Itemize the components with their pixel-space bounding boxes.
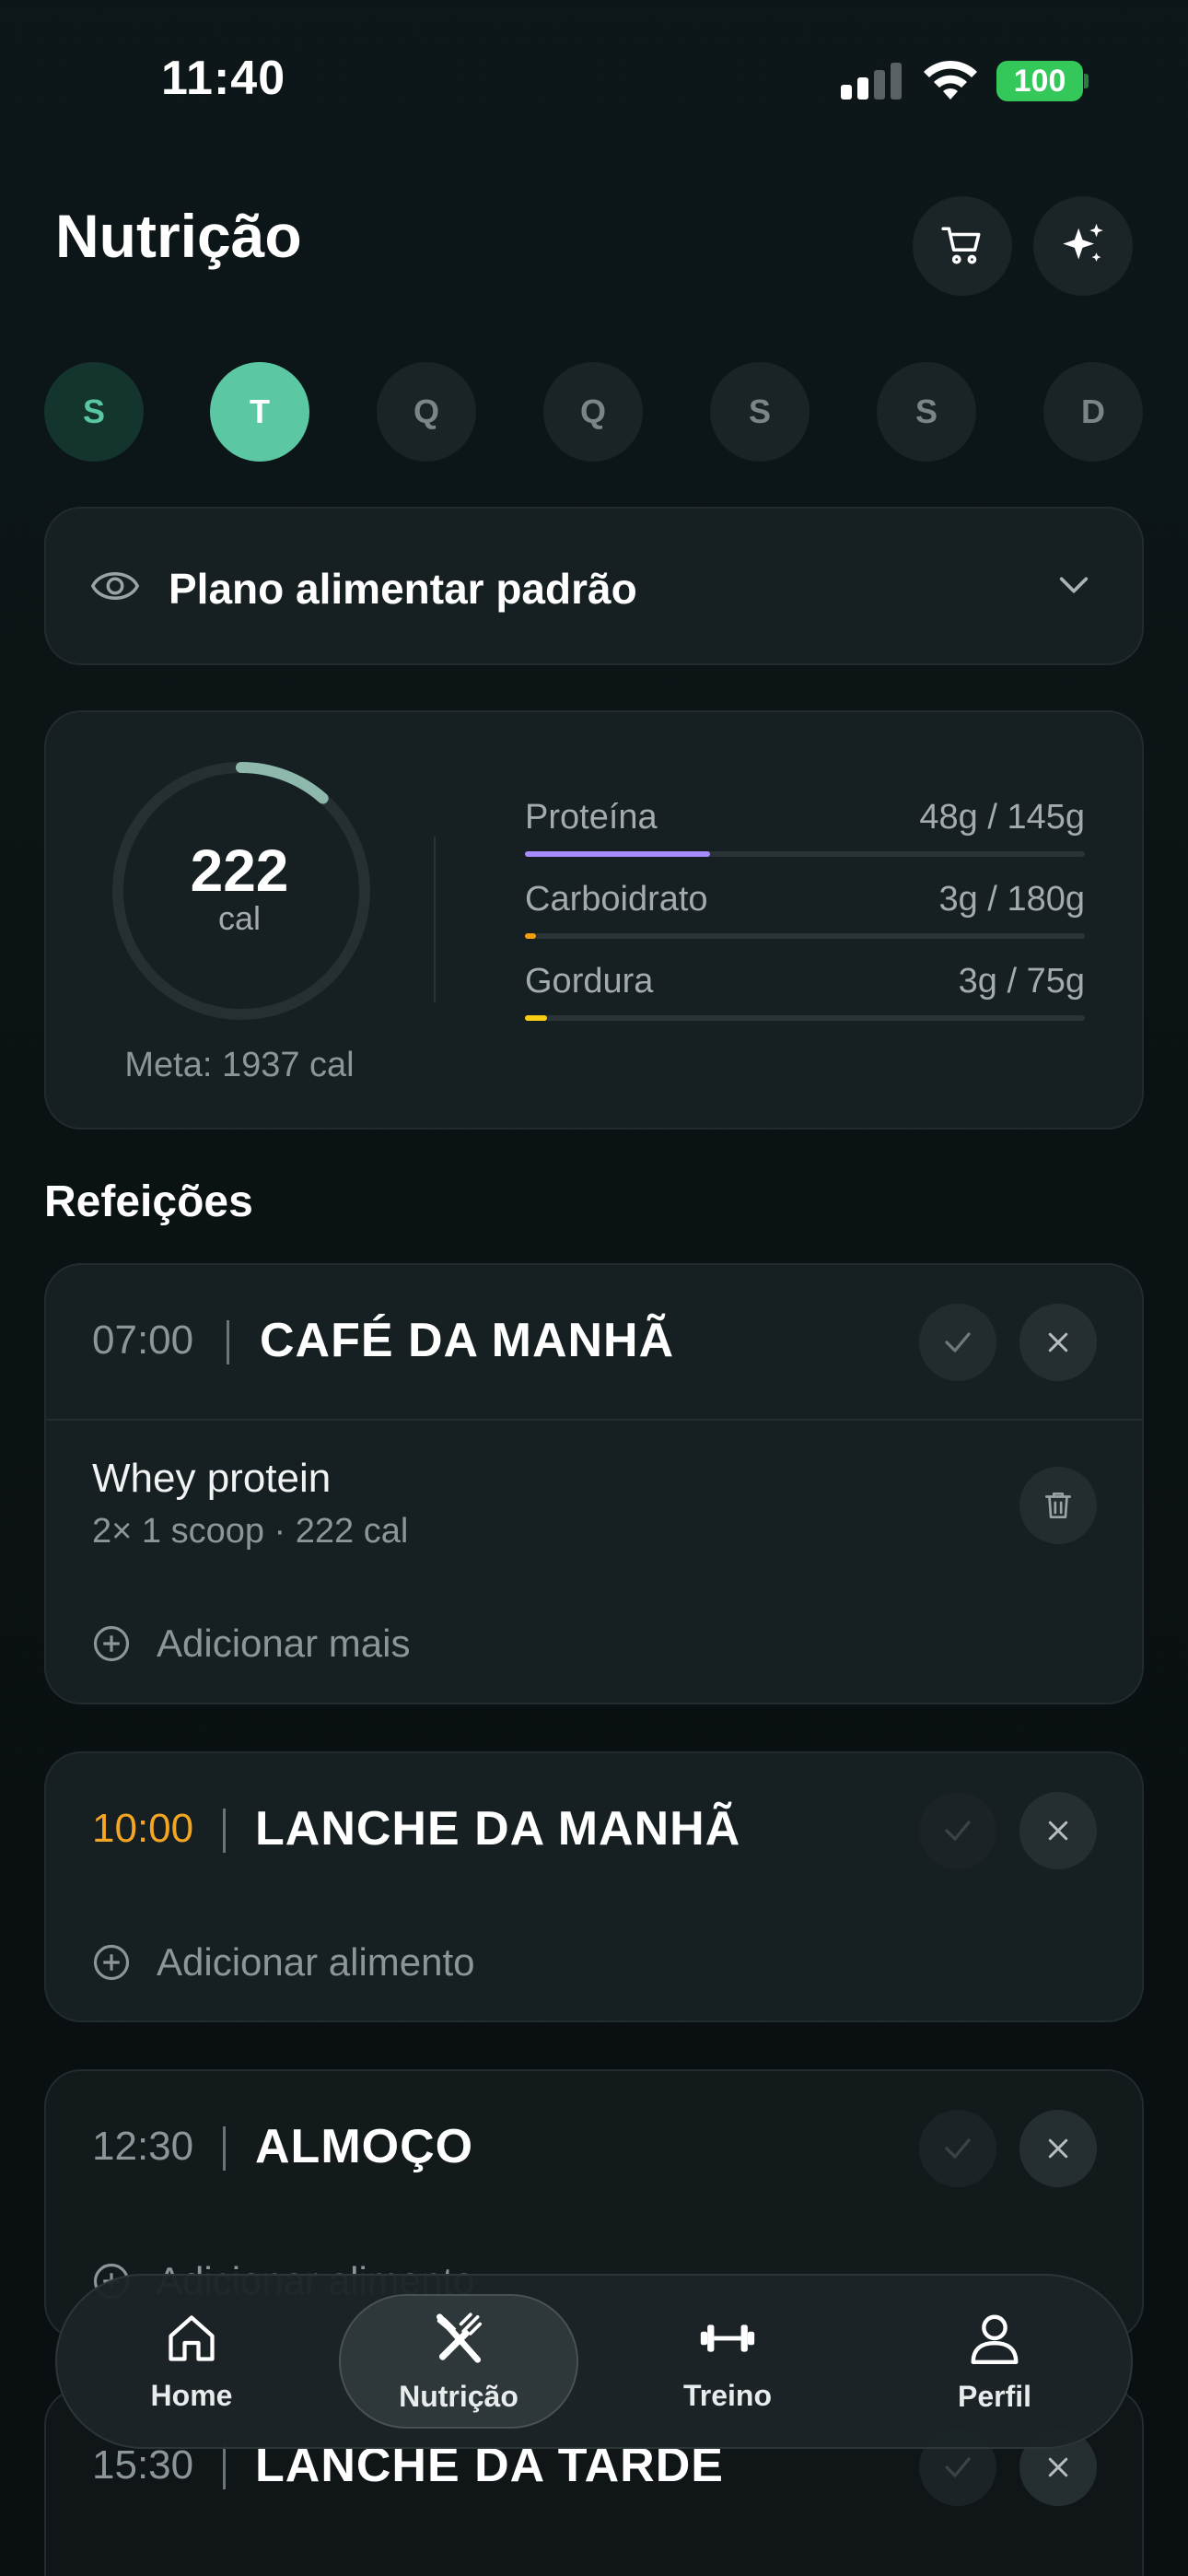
add-more-label: Adicionar mais [157, 1622, 411, 1665]
check-icon [945, 1821, 971, 1841]
day-monday[interactable]: S [44, 362, 144, 462]
nav-workout[interactable]: Treino [608, 2294, 847, 2429]
meal-separator [223, 1809, 226, 1853]
day-wednesday[interactable]: Q [377, 362, 476, 462]
meal-time: 15:30 [92, 2442, 194, 2488]
macro-protein-value: 48g / 145g [919, 798, 1085, 837]
close-icon [1048, 2457, 1068, 2477]
page-title: Nutrição [55, 202, 302, 270]
meal-time: 12:30 [92, 2124, 194, 2169]
macro-carbs-label: Carboidrato [525, 880, 708, 919]
close-icon [1048, 1821, 1068, 1841]
macro-fat-fill [525, 1015, 548, 1021]
macro-fat-value: 3g / 75g [958, 962, 1085, 1001]
add-food-label: Adicionar alimento [157, 1940, 475, 1984]
meal-name: LANCHE DA MANHÃ [255, 1802, 741, 1856]
day-tuesday[interactable]: T [210, 362, 309, 462]
meal-separator [223, 2445, 226, 2489]
macro-protein-fill [525, 851, 710, 857]
sparkles-icon [1063, 223, 1103, 262]
fork-knife-icon [436, 2312, 483, 2363]
meal-plan-label: Plano alimentar padrão [169, 565, 637, 613]
close-icon [1048, 1332, 1068, 1352]
chevron-down-icon [1059, 577, 1089, 593]
battery-tip [1084, 74, 1089, 88]
food-item-name: Whey protein [92, 1456, 332, 1501]
meal-complete-button[interactable] [919, 1304, 996, 1381]
macro-protein-bar [525, 851, 1085, 857]
macro-fat-bar [525, 1015, 1085, 1021]
meal-skip-button[interactable] [1019, 1304, 1097, 1381]
meal-header-divider [46, 1419, 1142, 1421]
day-thursday[interactable]: Q [543, 362, 643, 462]
macro-carbs-bar [525, 933, 1085, 939]
status-time: 11:40 [161, 52, 286, 105]
cart-button[interactable] [913, 196, 1012, 296]
meal-complete-button[interactable] [919, 2110, 996, 2187]
person-icon [971, 2314, 1019, 2364]
summary-divider [434, 837, 436, 1002]
nav-home[interactable]: Home [72, 2294, 311, 2429]
nav-nutrition-label: Nutrição [399, 2379, 518, 2413]
meal-name: ALMOÇO [255, 2120, 474, 2173]
signal-icon [841, 63, 903, 100]
battery-indicator: 100 [996, 61, 1083, 101]
add-food-button[interactable]: Adicionar alimento [92, 1940, 475, 1985]
calories-consumed: 222 [190, 837, 289, 904]
dumbbell-icon [700, 2324, 755, 2352]
close-icon [1048, 2138, 1068, 2159]
meal-separator [223, 2126, 226, 2171]
nav-nutrition[interactable]: Nutrição [339, 2294, 578, 2429]
day-friday[interactable]: S [710, 362, 809, 462]
delete-food-button[interactable] [1019, 1467, 1097, 1544]
check-icon [945, 2138, 971, 2159]
meal-separator [227, 1320, 229, 1364]
plus-circle-icon [93, 1944, 130, 1981]
nav-home-label: Home [150, 2378, 233, 2412]
cart-icon [941, 227, 981, 264]
meal-time: 10:00 [92, 1806, 194, 1851]
home-icon [169, 2314, 215, 2361]
meals-section-title: Refeições [44, 1177, 253, 1226]
day-saturday[interactable]: S [877, 362, 976, 462]
meal-time: 07:00 [92, 1317, 194, 1363]
meal-complete-button[interactable] [919, 1792, 996, 1869]
day-sunday[interactable]: D [1043, 362, 1143, 462]
wifi-icon [924, 60, 977, 100]
meal-skip-button[interactable] [1019, 1792, 1097, 1869]
meal-skip-button[interactable] [1019, 2110, 1097, 2187]
trash-icon [1044, 1492, 1072, 1519]
calories-unit: cal [217, 899, 262, 937]
plus-circle-icon [93, 1625, 130, 1662]
macro-carbs-fill [525, 933, 537, 939]
macro-fat-label: Gordura [525, 962, 654, 1001]
calorie-goal: Meta: 1937 cal [124, 1046, 355, 1084]
food-item-detail: 2× 1 scoop · 222 cal [92, 1512, 409, 1551]
nav-workout-label: Treino [682, 2378, 772, 2412]
check-icon [945, 1332, 971, 1352]
add-more-button[interactable]: Adicionar mais [92, 1622, 410, 1666]
check-icon [945, 2457, 971, 2477]
nav-profile[interactable]: Perfil [875, 2294, 1114, 2429]
macro-carbs-value: 3g / 180g [938, 880, 1085, 919]
ai-sparkle-button[interactable] [1033, 196, 1133, 296]
meal-name: CAFÉ DA MANHÃ [260, 1314, 675, 1367]
eye-icon [90, 572, 140, 600]
macro-protein-label: Proteína [525, 798, 658, 837]
nav-profile-label: Perfil [957, 2379, 1032, 2413]
